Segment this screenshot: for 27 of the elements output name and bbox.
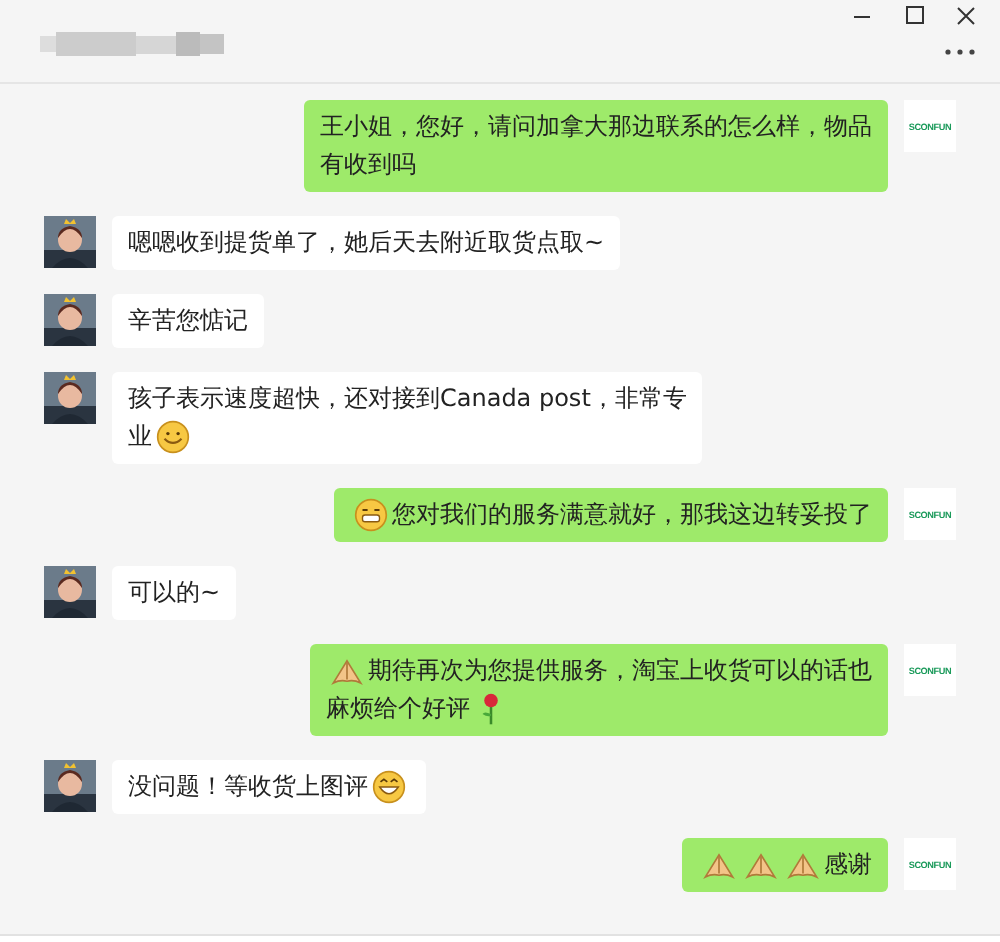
user-avatar[interactable] (44, 216, 96, 268)
message-text: 没问题！等收货上图评 (128, 770, 368, 804)
more-options-icon[interactable] (944, 48, 976, 56)
user-avatar[interactable] (44, 566, 96, 618)
message-text: 嗯嗯收到提货单了，她后天去附近取货点取~ (128, 226, 605, 260)
grinning-face-icon (372, 770, 406, 804)
message-text: 孩子表示速度超快，还对接到Canada post，非常专 (128, 382, 687, 416)
user-avatar[interactable] (44, 294, 96, 346)
message-text: 业 (128, 420, 152, 454)
message-text: 可以的~ (128, 576, 221, 610)
message-text: 麻烦给个好评 (326, 692, 470, 726)
message-text: 期待再次为您提供服务，淘宝上收货可以的话也 (368, 654, 872, 688)
folded-hands-icon (744, 848, 778, 882)
message-text: 您对我们的服务满意就好，那我这边转妥投了 (392, 498, 872, 532)
grimace-face-icon (354, 498, 388, 532)
user-avatar[interactable] (44, 372, 96, 424)
folded-hands-icon (330, 654, 364, 688)
message-text: 有收到吗 (320, 148, 416, 182)
folded-hands-icon (702, 848, 736, 882)
folded-hands-icon (786, 848, 820, 882)
message-text: 感谢 (824, 848, 872, 882)
message-text: 辛苦您惦记 (128, 304, 248, 338)
user-avatar[interactable] (44, 760, 96, 812)
message-text: 王小姐，您好，请问加拿大那边联系的怎么样，物品 (320, 110, 872, 144)
close-icon[interactable] (952, 2, 980, 30)
maximize-icon[interactable] (900, 2, 928, 30)
smiley-icon (156, 420, 190, 454)
